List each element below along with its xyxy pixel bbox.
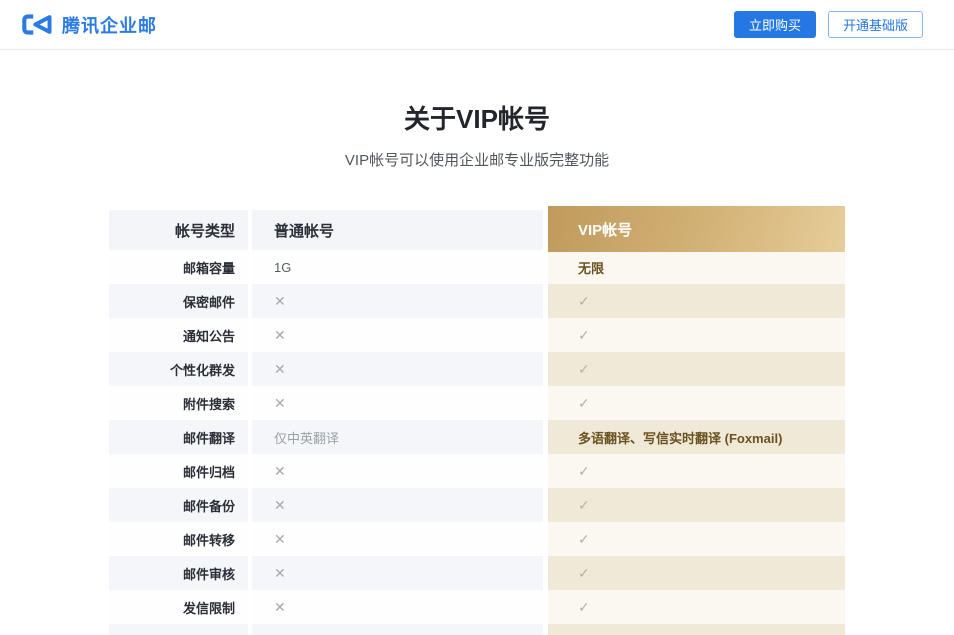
normal-account-cell: ✕ bbox=[252, 352, 543, 386]
column-header-normal-account: 普通帐号 bbox=[252, 210, 543, 250]
table-row: 发信限制 ✕ ✓ bbox=[109, 590, 845, 624]
vip-account-value: 多语翻译、写信实时翻译 (Foxmail) bbox=[578, 428, 782, 447]
exmail-logo-text: 腾讯企业邮 bbox=[62, 12, 157, 38]
exmail-logo-icon bbox=[21, 13, 53, 36]
feature-label: 发信限制 bbox=[109, 590, 248, 624]
normal-account-value: ✕ bbox=[274, 497, 286, 514]
vip-account-value: ✓ bbox=[578, 293, 590, 310]
table-header-row: 帐号类型 普通帐号 VIP帐号 bbox=[109, 210, 845, 250]
normal-account-cell: ✕ bbox=[252, 454, 543, 488]
vip-account-cell: ✓ bbox=[548, 386, 845, 420]
table-row: 附件搜索 ✕ ✓ bbox=[109, 386, 845, 420]
feature-label: 邮件翻译 bbox=[109, 420, 248, 454]
vip-account-value: ✓ bbox=[578, 599, 590, 616]
normal-account-cell: ✕ bbox=[252, 284, 543, 318]
normal-account-cell: 仅中英翻译 bbox=[252, 420, 543, 454]
feature-label: 通知公告 bbox=[109, 318, 248, 352]
vip-account-value: ✓ bbox=[578, 531, 590, 548]
normal-account-value: ✕ bbox=[274, 327, 286, 344]
feature-label: 邮件转移 bbox=[109, 522, 248, 556]
vip-account-value: ✓ bbox=[578, 463, 590, 480]
vip-account-cell: 多语翻译、写信实时翻译 (Foxmail) bbox=[548, 420, 845, 454]
normal-account-value: ✕ bbox=[274, 531, 286, 548]
normal-account-value: 仅中英翻译 bbox=[274, 428, 339, 447]
table-row: 保密邮件 ✕ ✓ bbox=[109, 284, 845, 318]
normal-account-cell: 1G bbox=[252, 250, 543, 284]
vip-account-value: ✓ bbox=[578, 497, 590, 514]
table-row: 邮箱容量 1G 无限 bbox=[109, 250, 845, 284]
feature-label: 邮件审核 bbox=[109, 556, 248, 590]
page-subtitle: VIP帐号可以使用企业邮专业版完整功能 bbox=[0, 152, 954, 170]
normal-account-cell: ✕ bbox=[252, 556, 543, 590]
vip-account-value: 无限 bbox=[578, 258, 604, 277]
normal-account-value: ✕ bbox=[274, 463, 286, 480]
column-header-vip-account: VIP帐号 bbox=[548, 206, 845, 252]
vip-account-cell: ✓ bbox=[548, 318, 845, 352]
normal-account-value: ✕ bbox=[274, 565, 286, 582]
table-row: 邮件转移 ✕ ✓ bbox=[109, 522, 845, 556]
vip-account-section: 关于VIP帐号 VIP帐号可以使用企业邮专业版完整功能 bbox=[0, 102, 954, 170]
normal-account-value: ✕ bbox=[274, 361, 286, 378]
table-row: 个性化群发 ✕ ✓ bbox=[109, 352, 845, 386]
top-navigation-bar: 腾讯企业邮 立即购买 开通基础版 bbox=[0, 0, 954, 50]
vip-account-value: ✓ bbox=[578, 565, 590, 582]
table-row: 邮件翻译 仅中英翻译 多语翻译、写信实时翻译 (Foxmail) bbox=[109, 420, 845, 454]
exmail-logo[interactable]: 腾讯企业邮 bbox=[21, 12, 157, 38]
normal-account-cell: ✕ bbox=[252, 386, 543, 420]
table-row-partial bbox=[109, 624, 845, 635]
vip-account-value: ✓ bbox=[578, 395, 590, 412]
table-row: 邮件审核 ✕ ✓ bbox=[109, 556, 845, 590]
vip-comparison-table: 帐号类型 普通帐号 VIP帐号 邮箱容量 1G 无限 保密邮件 ✕ ✓ 通知公告… bbox=[109, 210, 845, 635]
feature-label: 邮件归档 bbox=[109, 454, 248, 488]
vip-account-value: ✓ bbox=[578, 361, 590, 378]
table-body: 邮箱容量 1G 无限 保密邮件 ✕ ✓ 通知公告 ✕ ✓ 个性化群发 ✕ ✓ 附… bbox=[109, 250, 845, 624]
feature-label: 邮件备份 bbox=[109, 488, 248, 522]
normal-account-value: ✕ bbox=[274, 293, 286, 310]
table-row: 邮件归档 ✕ ✓ bbox=[109, 454, 845, 488]
open-basic-edition-button[interactable]: 开通基础版 bbox=[828, 11, 923, 38]
vip-account-cell: ✓ bbox=[548, 488, 845, 522]
normal-account-cell: ✕ bbox=[252, 522, 543, 556]
vip-account-cell: ✓ bbox=[548, 454, 845, 488]
normal-account-value: 1G bbox=[274, 260, 291, 275]
feature-label: 保密邮件 bbox=[109, 284, 248, 318]
normal-account-value: ✕ bbox=[274, 599, 286, 616]
vip-account-cell: ✓ bbox=[548, 284, 845, 318]
normal-account-value: ✕ bbox=[274, 395, 286, 412]
page-title: 关于VIP帐号 bbox=[0, 102, 954, 136]
vip-account-cell: ✓ bbox=[548, 590, 845, 624]
vip-account-cell: 无限 bbox=[548, 250, 845, 284]
feature-label: 邮箱容量 bbox=[109, 250, 248, 284]
feature-label: 附件搜索 bbox=[109, 386, 248, 420]
table-row: 通知公告 ✕ ✓ bbox=[109, 318, 845, 352]
vip-account-cell: ✓ bbox=[548, 522, 845, 556]
normal-account-cell: ✕ bbox=[252, 488, 543, 522]
vip-account-value: ✓ bbox=[578, 327, 590, 344]
vip-account-cell: ✓ bbox=[548, 352, 845, 386]
normal-account-cell: ✕ bbox=[252, 590, 543, 624]
feature-label: 个性化群发 bbox=[109, 352, 248, 386]
table-row: 邮件备份 ✕ ✓ bbox=[109, 488, 845, 522]
buy-now-button[interactable]: 立即购买 bbox=[734, 11, 816, 38]
normal-account-cell: ✕ bbox=[252, 318, 543, 352]
vip-account-cell: ✓ bbox=[548, 556, 845, 590]
column-header-account-type: 帐号类型 bbox=[109, 210, 248, 250]
